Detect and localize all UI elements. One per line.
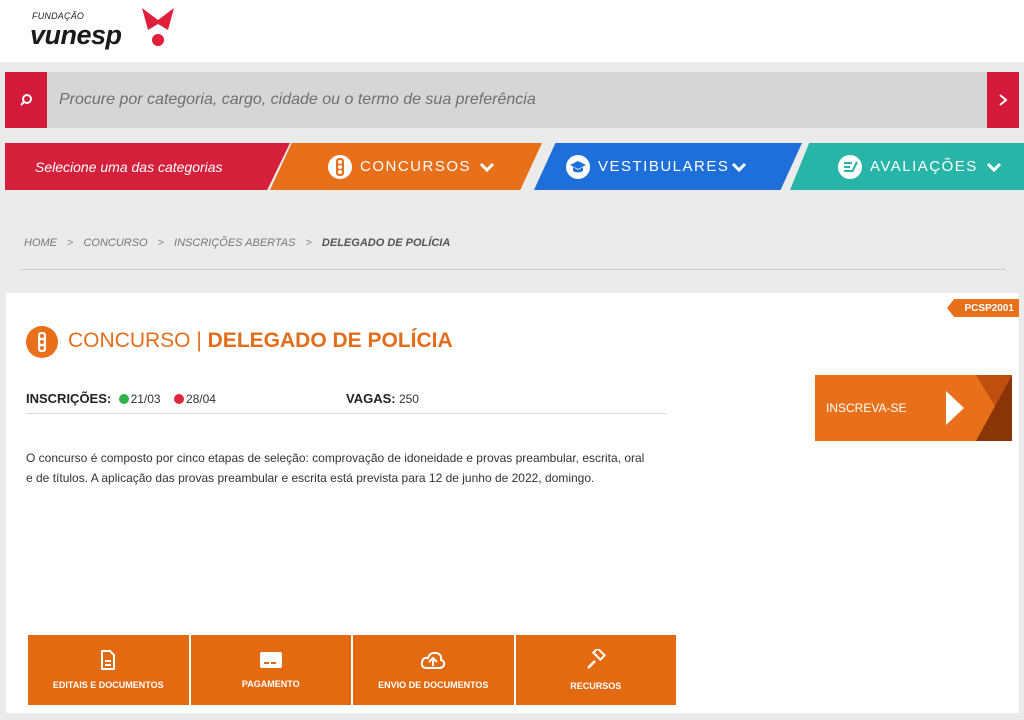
search-input[interactable] bbox=[59, 72, 979, 128]
vunesp-logo[interactable]: FUNDAÇÃO vunesp bbox=[30, 6, 180, 58]
category-label: AVALIAÇÕES bbox=[870, 158, 978, 175]
contest-info-row: INSCRIÇÕES: 21/03 28/04 VAGAS: 250 bbox=[26, 391, 666, 406]
search-button[interactable] bbox=[5, 72, 47, 128]
traffic-light-icon bbox=[328, 154, 352, 179]
search-icon bbox=[20, 94, 32, 106]
category-label: CONCURSOS bbox=[360, 158, 472, 175]
logo-mark-icon bbox=[142, 8, 174, 46]
chevron-down-icon bbox=[986, 162, 1001, 172]
breadcrumb-divider bbox=[20, 269, 1006, 270]
contest-code-badge: PCSP2001 bbox=[947, 299, 1019, 317]
search-submit-button[interactable] bbox=[987, 72, 1019, 128]
vagas: VAGAS: 250 bbox=[346, 391, 419, 406]
breadcrumb-inscricoes[interactable]: INSCRIÇÕES ABERTAS bbox=[174, 237, 295, 249]
graduation-cap-icon bbox=[566, 154, 590, 179]
action-label: ENVIO DE DOCUMENTOS bbox=[378, 680, 489, 690]
header: FUNDAÇÃO vunesp bbox=[0, 0, 1024, 62]
breadcrumb-separator: > bbox=[157, 237, 165, 249]
pagamento-button[interactable]: PAGAMENTO bbox=[190, 635, 351, 705]
arrow-right-icon bbox=[946, 375, 1012, 441]
breadcrumb-home[interactable]: HOME bbox=[24, 237, 57, 249]
evaluation-icon bbox=[838, 154, 862, 179]
contest-description: O concurso é composto por cinco etapas d… bbox=[26, 451, 645, 485]
breadcrumb: HOME > CONCURSO > INSCRIÇÕES ABERTAS > D… bbox=[24, 237, 450, 249]
search-bar bbox=[5, 72, 1019, 128]
start-date: 21/03 bbox=[130, 392, 161, 406]
end-date-dot bbox=[173, 394, 184, 404]
category-concursos[interactable]: CONCURSOS bbox=[270, 143, 542, 190]
inscreva-se-label: INSCREVA-SE bbox=[826, 401, 907, 415]
contest-card: PCSP2001 CONCURSO | DELEGADO DE POLÍCIA … bbox=[6, 293, 1019, 713]
vagas-label: VAGAS: bbox=[346, 391, 396, 406]
envio-documentos-button[interactable]: ENVIO DE DOCUMENTOS bbox=[353, 635, 514, 705]
start-date-dot bbox=[118, 394, 129, 404]
category-bar: Selecione uma das categorias CONCURSOS V… bbox=[0, 143, 1024, 190]
payment-card-icon bbox=[259, 652, 282, 668]
action-label: PAGAMENTO bbox=[241, 679, 300, 689]
inscricoes-label: INSCRIÇÕES: bbox=[26, 391, 112, 406]
chevron-down-icon bbox=[732, 162, 747, 172]
document-icon bbox=[101, 650, 116, 670]
gavel-icon bbox=[586, 649, 606, 669]
breadcrumb-separator: > bbox=[305, 237, 312, 249]
info-divider bbox=[26, 413, 666, 414]
action-label: EDITAIS E DOCUMENTOS bbox=[52, 680, 164, 690]
breadcrumb-current: DELEGADO DE POLÍCIA bbox=[321, 237, 451, 249]
inscreva-se-button[interactable]: INSCREVA-SE bbox=[815, 375, 1012, 441]
title-prefix: CONCURSO | bbox=[68, 329, 202, 352]
chevron-right-icon bbox=[999, 94, 1008, 106]
end-date: 28/04 bbox=[185, 392, 216, 406]
recursos-button[interactable]: RECURSOS bbox=[515, 635, 676, 705]
title-main: DELEGADO DE POLÍCIA bbox=[207, 329, 453, 352]
chevron-down-icon bbox=[479, 162, 495, 172]
action-label: RECURSOS bbox=[570, 681, 622, 691]
traffic-light-icon bbox=[26, 326, 58, 358]
breadcrumb-separator: > bbox=[67, 237, 74, 249]
action-bar: EDITAIS E DOCUMENTOS PAGAMENTO ENVIO DE … bbox=[28, 635, 676, 705]
page-title: CONCURSO | DELEGADO DE POLÍCIA bbox=[68, 329, 453, 353]
cloud-upload-icon bbox=[421, 651, 446, 669]
category-select-label: Selecione uma das categorias bbox=[5, 143, 290, 190]
category-label: VESTIBULARES bbox=[598, 158, 730, 175]
category-avaliacoes[interactable]: AVALIAÇÕES bbox=[790, 143, 1024, 190]
breadcrumb-concurso[interactable]: CONCURSO bbox=[83, 237, 147, 249]
logo-title: vunesp bbox=[30, 20, 122, 50]
editais-button[interactable]: EDITAIS E DOCUMENTOS bbox=[28, 635, 189, 705]
vagas-value: 250 bbox=[398, 392, 419, 406]
category-vestibulares[interactable]: VESTIBULARES bbox=[534, 143, 802, 190]
